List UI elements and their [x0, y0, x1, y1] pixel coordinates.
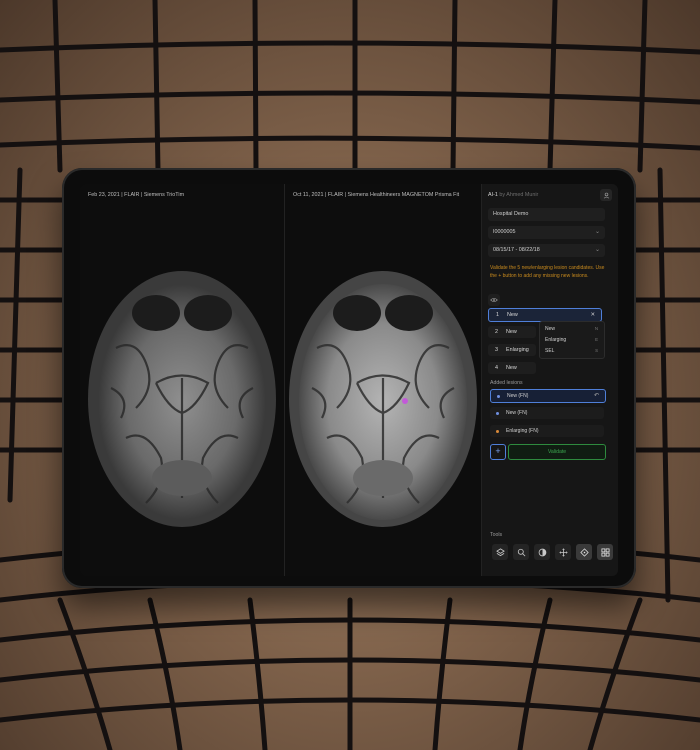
- layers-icon[interactable]: [492, 544, 508, 560]
- grid-icon[interactable]: [597, 544, 613, 560]
- viewer-current-label: Oct 11, 2021 | FLAIR | Siemens Healthine…: [293, 192, 460, 198]
- viewer-prior-label: Feb 23, 2021 | FLAIR | Siemens TrioTim: [88, 192, 185, 198]
- undo-icon[interactable]: ↶: [594, 390, 599, 402]
- viewer-prior[interactable]: Feb 23, 2021 | FLAIR | Siemens TrioTim: [80, 184, 285, 576]
- chevron-down-icon: ⌄: [594, 247, 600, 253]
- added-lesion-row[interactable]: Enlarging (FN): [490, 425, 604, 437]
- close-icon[interactable]: ✕: [590, 309, 595, 321]
- dropdown-option-sel[interactable]: SEL: [545, 348, 554, 354]
- instructions-text: Validate the 5 new/enlarging lesion cand…: [490, 265, 605, 279]
- pan-icon[interactable]: [555, 544, 571, 560]
- crosshair-icon[interactable]: [576, 544, 592, 560]
- eye-icon[interactable]: [488, 294, 500, 306]
- dropdown-option-new[interactable]: New: [545, 326, 555, 332]
- lesion-row-2[interactable]: 2 New: [488, 326, 536, 338]
- validate-button[interactable]: Validate: [508, 444, 606, 460]
- lesion-row-1[interactable]: 1 New ✕: [488, 308, 602, 322]
- chevron-down-icon: ⌄: [594, 229, 600, 235]
- user-icon[interactable]: [600, 189, 612, 201]
- brain-mri-current-image: [289, 271, 477, 527]
- added-lesions-title: Added lesions: [490, 380, 523, 386]
- added-lesion-row[interactable]: New (FN) ↶: [490, 389, 606, 403]
- status-dot: [497, 395, 500, 398]
- lesion-type-dropdown: New N Enlarging E SEL S: [539, 321, 605, 359]
- control-panel: AI-1 by Ahmed Munir Hospital Demo I00000…: [482, 184, 618, 576]
- viewer-current[interactable]: Oct 11, 2021 | FLAIR | Siemens Healthine…: [285, 184, 482, 576]
- patient-select[interactable]: I0000005 ⌄: [488, 226, 605, 239]
- tools-title: Tools: [490, 532, 503, 538]
- contrast-icon[interactable]: [534, 544, 550, 560]
- shortcut-key: N: [594, 326, 598, 331]
- status-dot: [496, 412, 499, 415]
- app-title: AI-1 by Ahmed Munir: [488, 192, 539, 198]
- status-dot: [496, 430, 499, 433]
- lesion-row-4[interactable]: 4 New: [488, 362, 536, 374]
- date-range-select[interactable]: 08/15/17 - 08/22/18 ⌄: [488, 244, 605, 257]
- dropdown-option-enlarging[interactable]: Enlarging: [545, 337, 566, 343]
- shortcut-key: S: [595, 348, 598, 353]
- hospital-select[interactable]: Hospital Demo: [488, 208, 605, 221]
- brain-mri-prior-image: [88, 271, 276, 527]
- lesion-row-3[interactable]: 3 Enlarging: [488, 344, 536, 356]
- zoom-icon[interactable]: [513, 544, 529, 560]
- add-lesion-button[interactable]: +: [490, 444, 506, 460]
- shortcut-key: E: [595, 337, 598, 342]
- added-lesion-row[interactable]: New (FN): [490, 407, 604, 419]
- app-screen: Feb 23, 2021 | FLAIR | Siemens TrioTim O…: [80, 184, 618, 576]
- lesion-marker: [402, 398, 408, 404]
